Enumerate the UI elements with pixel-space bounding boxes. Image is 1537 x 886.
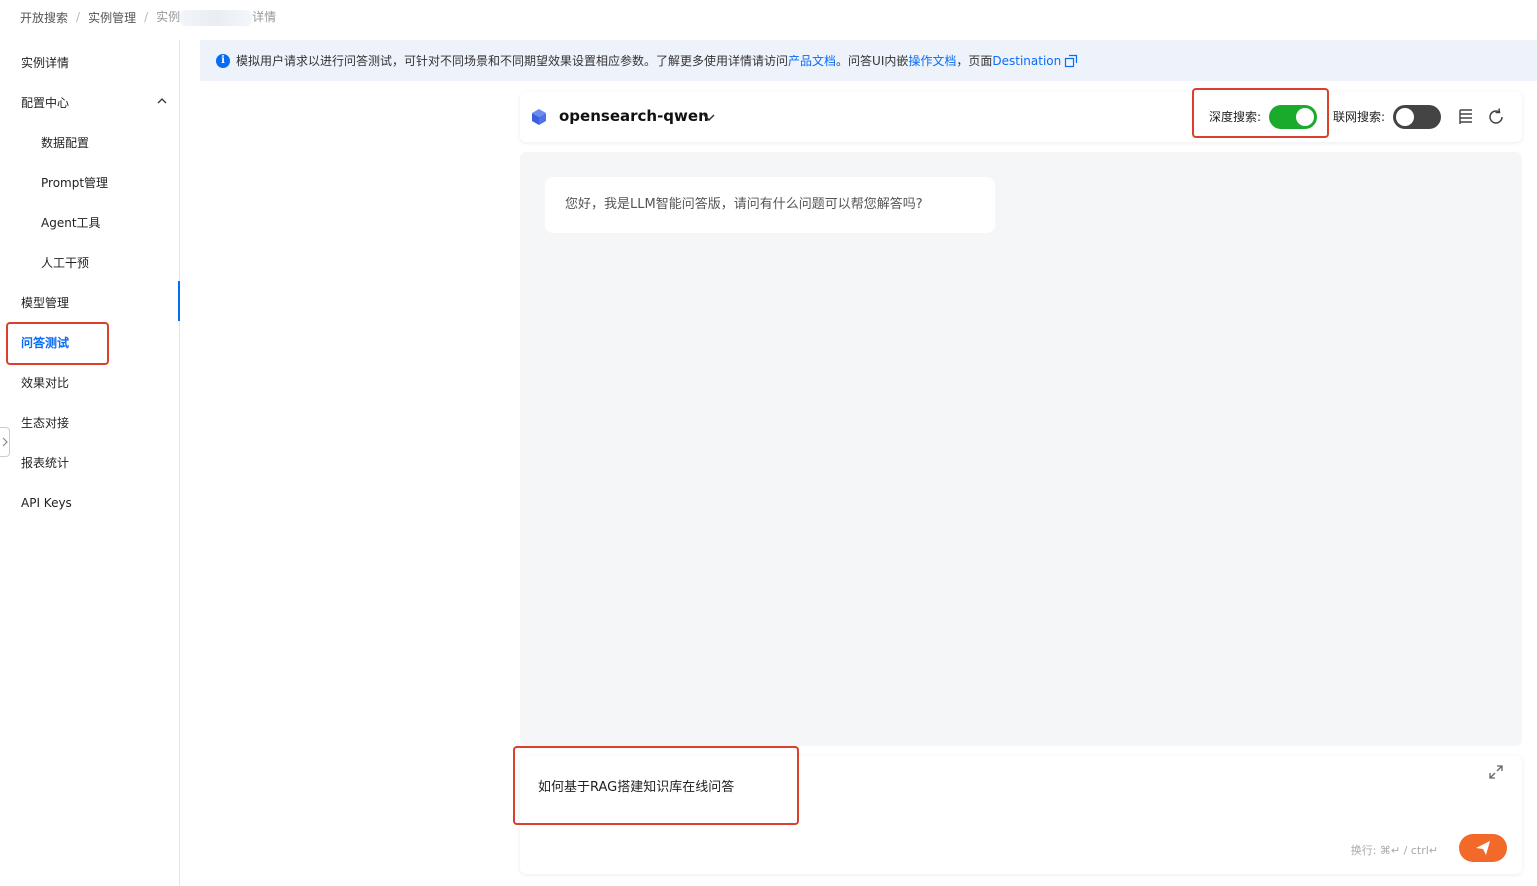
info-banner: i 模拟用户请求以进行问答测试，可针对不同场景和不同期望效果设置相应参数。了解更… xyxy=(200,40,1537,81)
external-link-icon[interactable] xyxy=(1064,54,1078,68)
destination-link[interactable]: Destination xyxy=(992,54,1061,68)
chevron-down-icon[interactable] xyxy=(702,110,716,124)
sidebar-item-data-config[interactable]: 数据配置 xyxy=(41,133,89,153)
breadcrumb: 开放搜索 / 实例管理 / 实例 详情 xyxy=(20,8,276,26)
highlight-box-qa-test xyxy=(6,322,109,365)
sidebar-item-config-center[interactable]: 配置中心 xyxy=(21,93,69,113)
chevron-right-icon xyxy=(2,437,8,447)
active-indicator xyxy=(178,281,180,321)
sidebar-item-agent-tools[interactable]: Agent工具 xyxy=(41,213,101,233)
sidebar-item-api-keys[interactable]: API Keys xyxy=(21,493,72,513)
sidebar-item-model-management[interactable]: 模型管理 xyxy=(21,293,69,313)
send-icon xyxy=(1476,841,1490,855)
sidebar-item-manual-intervention[interactable]: 人工干预 xyxy=(41,253,89,273)
assistant-greeting-bubble: 您好，我是LLM智能问答版，请问有什么问题可以帮您解答吗? xyxy=(545,177,995,233)
cube-icon xyxy=(532,109,546,125)
highlight-box-question xyxy=(513,746,799,825)
breadcrumb-separator: / xyxy=(76,10,81,24)
breadcrumb-instance-prefix: 实例 xyxy=(156,10,181,25)
sidebar-item-instance-details[interactable]: 实例详情 xyxy=(21,53,69,73)
chat-header: opensearch-qwen 深度搜索: 联网搜索: xyxy=(520,92,1522,142)
banner-text: 模拟用户请求以进行问答测试，可针对不同场景和不同期望效果设置相应参数。了解更多使… xyxy=(236,54,789,68)
newline-hint: 换行: ⌘↵ / ctrl↵ xyxy=(1350,844,1438,857)
product-docs-link[interactable]: 产品文档 xyxy=(788,52,836,69)
model-selector[interactable]: opensearch-qwen xyxy=(559,107,709,125)
sidebar-item-effect-comparison[interactable]: 效果对比 xyxy=(21,373,69,393)
info-icon: i xyxy=(216,53,230,68)
banner-text: 。问答UI内嵌 xyxy=(836,54,909,68)
web-search-label: 联网搜索: xyxy=(1333,110,1386,124)
sidebar-item-reports[interactable]: 报表统计 xyxy=(21,453,69,473)
expand-icon[interactable] xyxy=(1488,764,1504,780)
web-search-toggle[interactable] xyxy=(1393,105,1441,129)
breadcrumb-instance-suffix: 详情 xyxy=(252,10,277,25)
refresh-icon[interactable] xyxy=(1486,107,1506,127)
breadcrumb-item-instance: 实例 详情 xyxy=(156,8,276,26)
breadcrumb-separator: / xyxy=(144,10,149,24)
send-button[interactable] xyxy=(1459,834,1507,862)
breadcrumb-item-opensearch[interactable]: 开放搜索 xyxy=(20,9,68,26)
toggle-knob xyxy=(1396,108,1414,126)
history-list-icon[interactable] xyxy=(1456,107,1476,127)
chevron-up-icon[interactable] xyxy=(157,96,167,106)
highlight-box-deep-search xyxy=(1192,88,1329,138)
banner-text: ，页面 xyxy=(956,54,993,68)
sidebar-item-prompt-management[interactable]: Prompt管理 xyxy=(41,173,108,193)
sidebar-item-ecosystem[interactable]: 生态对接 xyxy=(21,413,69,433)
breadcrumb-item-instance-management[interactable]: 实例管理 xyxy=(88,9,136,26)
sidebar-collapse-toggle[interactable] xyxy=(0,427,10,457)
chat-messages: 您好，我是LLM智能问答版，请问有什么问题可以帮您解答吗? xyxy=(520,152,1522,746)
operation-docs-link[interactable]: 操作文档 xyxy=(908,52,956,69)
redacted-instance-id xyxy=(180,9,253,26)
